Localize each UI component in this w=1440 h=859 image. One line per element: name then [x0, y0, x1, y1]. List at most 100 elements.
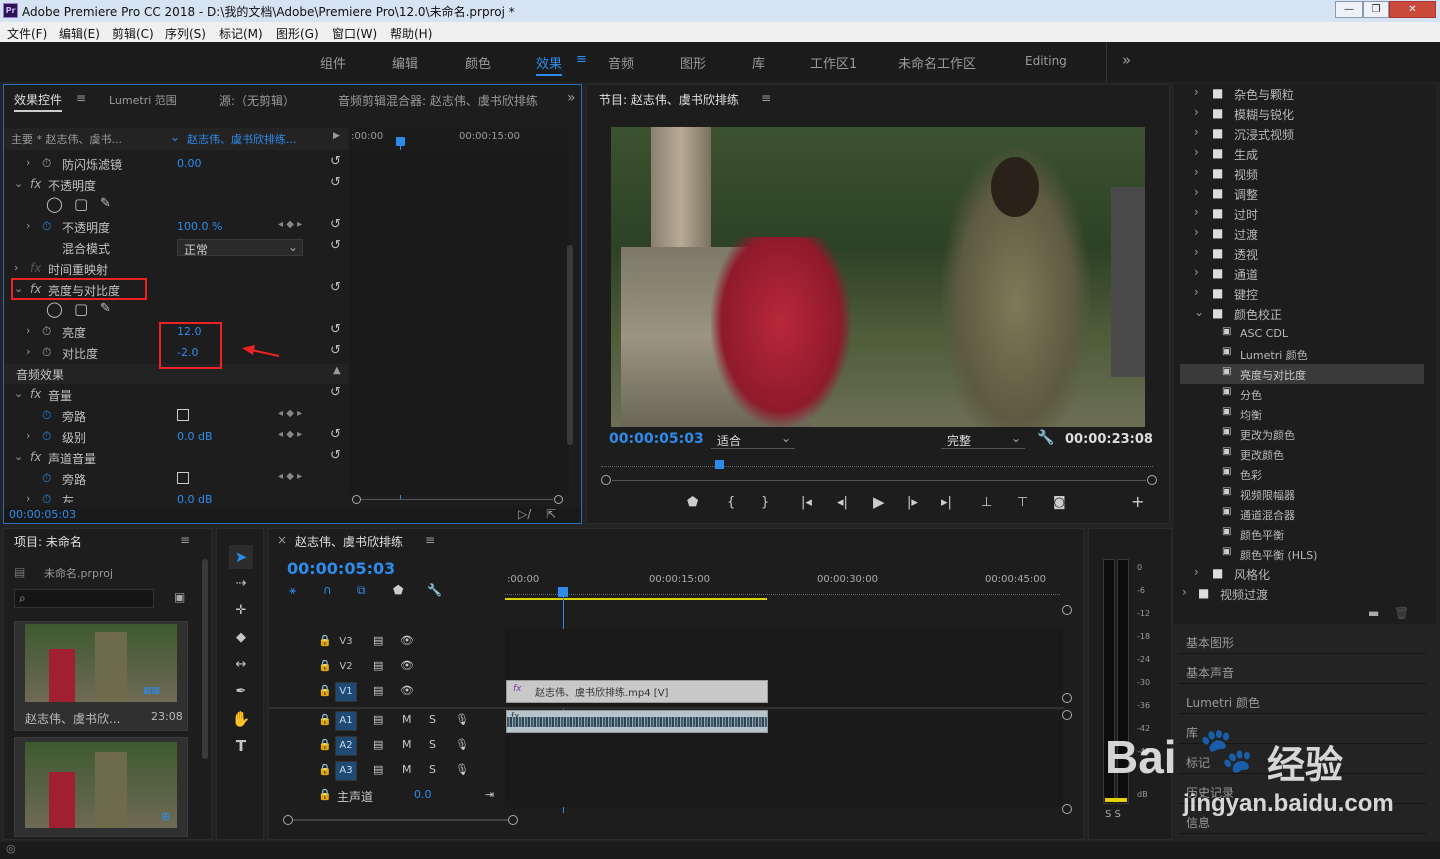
program-monitor-title[interactable]: 节目: 赵志伟、虞书欣排练 — [599, 91, 739, 108]
lock-icon[interactable]: 🔒 — [318, 634, 332, 647]
microphone-icon[interactable]: 🎙 — [455, 738, 469, 751]
reset-icon[interactable]: ↺ — [330, 385, 341, 400]
play-icon[interactable]: ▶ — [873, 493, 885, 511]
sync-lock-icon[interactable]: ▤ — [373, 684, 383, 697]
close-tab-icon[interactable]: × — [277, 533, 287, 547]
effect-item-asc-cdl[interactable]: ▣ ASC CDL — [1182, 324, 1422, 344]
workspace-menu-icon[interactable]: ≡ — [576, 52, 587, 67]
menu-help[interactable]: 帮助(H) — [390, 25, 432, 42]
lock-icon[interactable]: 🔒 — [318, 788, 332, 801]
reset-icon[interactable]: ↺ — [330, 322, 341, 337]
folder-stylize[interactable]: › ■ 风格化 — [1182, 564, 1422, 584]
v-scroll-handle-mid[interactable] — [1062, 693, 1072, 703]
program-ruler[interactable] — [601, 459, 1153, 467]
sync-lock-icon[interactable]: ▤ — [373, 659, 383, 672]
razor-tool-icon[interactable]: ◆ — [229, 626, 253, 650]
panel-essential-sound[interactable]: 基本声音 — [1178, 658, 1426, 684]
solo-icon[interactable]: S — [429, 713, 436, 726]
workspace-assembly[interactable]: 组件 — [320, 53, 346, 72]
effect-item-tint[interactable]: ▣ 色彩 — [1182, 464, 1422, 484]
menu-graphics[interactable]: 图形(G) — [276, 25, 319, 42]
reset-icon[interactable]: ↺ — [330, 175, 341, 190]
panel-essential-graphics[interactable]: 基本图形 — [1178, 628, 1426, 654]
add-button-icon[interactable]: + — [1131, 492, 1144, 511]
timeline-settings-icon[interactable]: 🔧 — [427, 583, 442, 597]
workspace-overflow-icon[interactable]: » — [1122, 51, 1131, 69]
tab-lumetri-scopes[interactable]: Lumetri 范围 — [109, 92, 177, 108]
effect-controls-timecode[interactable]: 00:00:05:03 — [9, 508, 76, 521]
type-tool-icon[interactable]: T — [229, 734, 253, 758]
keyframe-nav-icon[interactable]: ◂ ◆ ▸ — [278, 471, 302, 482]
step-forward-icon[interactable]: |▸ — [907, 495, 918, 510]
audio-clip[interactable]: fx — [506, 710, 768, 733]
solo-icon[interactable]: S — [429, 763, 436, 776]
workspace-editing[interactable]: 编辑 — [392, 53, 418, 72]
panel-menu-icon[interactable]: ≡ — [425, 533, 435, 547]
mute-icon[interactable]: M — [402, 738, 412, 751]
program-video-frame[interactable] — [611, 127, 1145, 427]
go-to-in-icon[interactable]: |◂ — [801, 495, 812, 510]
blend-mode-select[interactable]: 正常 ⌄ — [177, 239, 303, 257]
lift-icon[interactable]: ⊥ — [981, 495, 992, 510]
sync-lock-icon[interactable]: ▤ — [373, 763, 383, 776]
new-search-bin-icon[interactable]: ▣ — [174, 590, 185, 604]
reset-icon[interactable]: ↺ — [330, 343, 341, 358]
project-clip-item[interactable]: ▦▦ 赵志伟、虞书欣... 23:08 — [14, 621, 188, 731]
export-icon[interactable]: ⇱ — [546, 507, 556, 521]
reset-icon[interactable]: ↺ — [330, 280, 341, 295]
reset-icon[interactable]: ↺ — [330, 427, 341, 442]
bypass-checkbox[interactable] — [177, 472, 189, 484]
menu-file[interactable]: 文件(F) — [7, 25, 47, 42]
clip-dropdown-icon[interactable]: ⌄ — [170, 130, 180, 144]
program-timecode[interactable]: 00:00:05:03 — [609, 431, 704, 447]
menu-window[interactable]: 窗口(W) — [332, 25, 377, 42]
workspace-effects[interactable]: 效果 — [536, 53, 563, 76]
minimize-button[interactable]: — — [1335, 1, 1363, 18]
workspace-audio[interactable]: 音频 — [608, 53, 634, 72]
keyframe-nav-icon[interactable]: ◂ ◆ ▸ — [278, 408, 302, 419]
snap-icon[interactable]: ∩ — [323, 583, 332, 597]
video-clip[interactable]: fx 赵志伟、虞书欣排练.mp4 [V] — [506, 680, 768, 703]
rect-mask-icon[interactable]: ▢ — [74, 195, 88, 213]
lock-icon[interactable]: 🔒 — [318, 738, 332, 751]
workspace-libraries[interactable]: 库 — [752, 53, 765, 72]
effect-item-color-balance[interactable]: ▣ 颜色平衡 — [1182, 524, 1422, 544]
sync-lock-icon[interactable]: ▤ — [373, 713, 383, 726]
keyframe-nav-icon[interactable]: ◂ ◆ ▸ — [278, 219, 302, 230]
eye-icon[interactable]: 👁 — [400, 684, 414, 697]
panel-lumetri-color[interactable]: Lumetri 颜色 — [1178, 688, 1426, 714]
track-select-tool-icon[interactable]: ⇢ — [229, 572, 253, 596]
workspace-graphics[interactable]: 图形 — [680, 53, 706, 72]
add-marker-icon[interactable]: ⬟ — [393, 583, 403, 597]
timeline-timecode[interactable]: 00:00:05:03 — [287, 559, 395, 578]
bypass-checkbox[interactable] — [177, 409, 189, 421]
project-scrollbar[interactable] — [202, 559, 208, 759]
lock-icon[interactable]: 🔒 — [318, 684, 332, 697]
panel-overflow-icon[interactable]: » — [567, 90, 576, 106]
workspace-editing-en[interactable]: Editing — [1025, 54, 1067, 68]
fit-select[interactable]: 适合 ⌄ — [711, 431, 795, 449]
pen-mask-icon[interactable]: ✎ — [100, 196, 111, 211]
folder-adjust[interactable]: › ■ 调整 — [1182, 184, 1422, 204]
keyframe-nav-icon[interactable]: ◂ ◆ ▸ — [278, 429, 302, 440]
effect-controls-scrollbar[interactable] — [567, 245, 573, 445]
reset-icon[interactable]: ↺ — [330, 154, 341, 169]
project-sequence-item[interactable]: ⊞ — [14, 737, 188, 837]
folder-keying[interactable]: › ■ 键控 — [1182, 284, 1422, 304]
reset-icon[interactable]: ↺ — [330, 238, 341, 253]
project-search-input[interactable]: ⌕ — [14, 589, 154, 608]
panel-markers[interactable]: 标记 — [1178, 748, 1426, 774]
timeline-zoom-bar[interactable] — [283, 815, 1063, 825]
folder-transition[interactable]: › ■ 过渡 — [1182, 224, 1422, 244]
rect-mask-icon[interactable]: ▢ — [74, 300, 88, 318]
menu-sequence[interactable]: 序列(S) — [165, 25, 206, 42]
effect-item-color-balance-hls[interactable]: ▣ 颜色平衡 (HLS) — [1182, 544, 1422, 564]
panel-menu-icon[interactable]: ≡ — [180, 533, 190, 547]
effect-item-video-limiter[interactable]: ▣ 视频限幅器 — [1182, 484, 1422, 504]
pen-mask-icon[interactable]: ✎ — [100, 301, 111, 316]
status-indicator-icon[interactable]: ◎ — [6, 842, 16, 855]
timeline-ruler[interactable]: :00:00 00:00:15:00 00:00:30:00 00:00:45:… — [505, 573, 1065, 601]
effect-item-equalize[interactable]: ▣ 均衡 — [1182, 404, 1422, 424]
folder-obsolete[interactable]: › ■ 过时 — [1182, 204, 1422, 224]
tab-menu-icon[interactable]: ≡ — [76, 91, 86, 105]
